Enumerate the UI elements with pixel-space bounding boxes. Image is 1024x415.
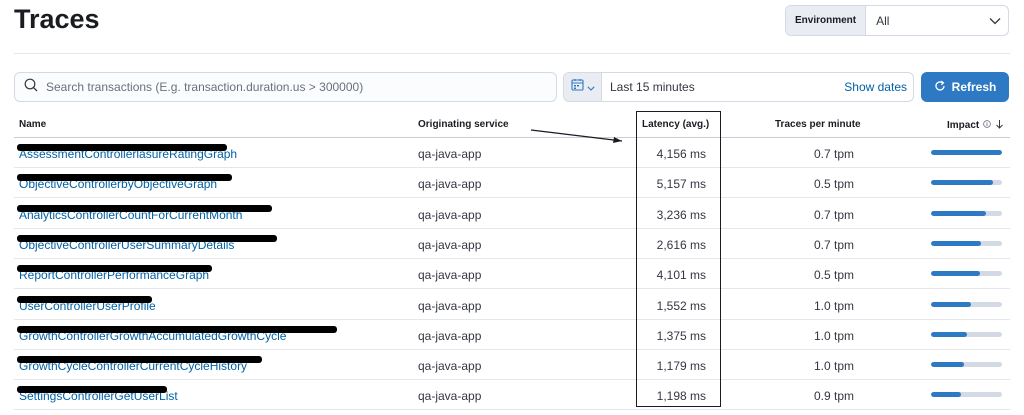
latency-value: 4,101 ms	[656, 268, 706, 283]
chevron-down-icon	[586, 78, 595, 96]
impact-bar-fill	[931, 392, 961, 398]
latency-value: 1,179 ms	[656, 359, 706, 374]
impact-bar-fill	[931, 180, 993, 186]
latency-value: 4,156 ms	[656, 147, 706, 161]
environment-select[interactable]: Environment All	[785, 5, 1009, 36]
table-row[interactable]: GrowthControllerGrowthAccumulatedGrowthC…	[14, 320, 1010, 350]
impact-bar-fill	[931, 362, 965, 368]
page-title: Traces	[14, 4, 100, 34]
search-bar[interactable]	[14, 72, 557, 102]
date-range-text[interactable]: Last 15 minutes	[602, 80, 844, 94]
originating-service[interactable]: qa-java-app	[418, 389, 481, 403]
refresh-label: Refresh	[951, 80, 997, 94]
impact-bar	[931, 331, 1002, 337]
table-row[interactable]: UserControllerUserProfile qa-java-app 1,55…	[14, 290, 1010, 320]
impact-bar-fill	[931, 271, 980, 277]
search-icon	[24, 78, 38, 97]
table-row[interactable]: AnalyticsControllerCountForCurrentMonth q…	[14, 199, 1010, 229]
chevron-down-icon[interactable]	[982, 6, 1008, 35]
info-icon	[983, 120, 992, 131]
impact-bar	[931, 362, 1002, 368]
column-header-impact: Impact	[947, 120, 980, 131]
impact-bar	[931, 240, 1002, 246]
traces-per-minute-value: 0.7 tpm	[813, 237, 854, 252]
impact-bar	[931, 271, 1002, 277]
originating-service[interactable]: qa-java-app	[418, 329, 481, 343]
impact-bar-fill	[931, 301, 972, 307]
table-row[interactable]: AssessmentControllerlasureRatingGraph qa-…	[14, 138, 1010, 168]
refresh-icon	[934, 80, 946, 95]
latency-value: 1,552 ms	[656, 298, 706, 313]
traces-per-minute-value: 1.0 tpm	[813, 328, 854, 343]
table-row[interactable]: ReportControllerPerformanceGraph qa-java-…	[14, 259, 1010, 290]
quick-select-button[interactable]	[564, 73, 602, 101]
column-header-impact-wrap[interactable]: Impact	[947, 119, 1004, 132]
impact-bar	[931, 210, 1002, 216]
traces-per-minute-value: 1.0 tpm	[813, 298, 854, 313]
date-picker[interactable]: Last 15 minutes Show dates	[563, 72, 914, 102]
table-row[interactable]: ObjectiveControllerUserSummaryDetails qa-…	[14, 229, 1010, 259]
traces-per-minute-value: 0.7 tpm	[813, 147, 854, 161]
column-header-latency[interactable]: Latency (avg.)	[642, 119, 709, 130]
redaction-mark	[17, 174, 232, 182]
originating-service[interactable]: qa-java-app	[418, 268, 481, 282]
traces-per-minute-value: 0.5 tpm	[813, 177, 854, 192]
impact-bar-fill	[931, 210, 987, 216]
impact-bar-fill	[931, 240, 981, 246]
environment-value[interactable]: All	[866, 6, 982, 35]
redaction-mark	[17, 234, 277, 242]
table-row[interactable]: SettingsControllerGetUserList qa-java-app…	[14, 380, 1010, 411]
table-row[interactable]: ObjectiveControllerbyObjectiveGraph qa-ja…	[14, 168, 1010, 199]
traces-per-minute-value: 0.7 tpm	[813, 207, 854, 222]
latency-value: 1,198 ms	[656, 389, 706, 404]
search-input[interactable]	[46, 80, 556, 94]
show-dates-link[interactable]: Show dates	[844, 80, 913, 94]
redaction-mark	[17, 144, 227, 151]
impact-bar	[931, 150, 1002, 155]
latency-value: 2,616 ms	[656, 237, 706, 252]
latency-value: 3,236 ms	[656, 207, 706, 222]
originating-service[interactable]: qa-java-app	[418, 208, 481, 222]
arrow-down-icon[interactable]	[995, 119, 1004, 132]
originating-service[interactable]: qa-java-app	[418, 299, 481, 313]
column-header-name[interactable]: Name	[19, 119, 46, 130]
originating-service[interactable]: qa-java-app	[418, 359, 481, 373]
calendar-icon	[570, 78, 584, 96]
latency-value: 5,157 ms	[656, 177, 706, 192]
table-row[interactable]: GrowthCycleControllerCurrentCycleHistory…	[14, 350, 1010, 381]
column-header-service[interactable]: Originating service	[418, 119, 509, 130]
redaction-mark	[17, 265, 212, 273]
redaction-mark	[17, 356, 262, 364]
redaction-mark	[17, 295, 152, 303]
impact-bar	[931, 301, 1002, 307]
impact-bar-fill	[931, 150, 1002, 155]
latency-value: 1,375 ms	[656, 328, 706, 343]
column-header-tpm[interactable]: Traces per minute	[775, 119, 861, 130]
refresh-button[interactable]: Refresh	[921, 72, 1009, 102]
redaction-mark	[17, 386, 167, 394]
impact-bar	[931, 392, 1002, 398]
redaction-mark	[17, 204, 272, 212]
impact-bar-fill	[931, 331, 968, 337]
originating-service[interactable]: qa-java-app	[418, 147, 481, 161]
impact-bar	[931, 180, 1002, 186]
title-divider	[14, 53, 1010, 54]
originating-service[interactable]: qa-java-app	[418, 177, 481, 191]
traces-per-minute-value: 0.5 tpm	[813, 268, 854, 283]
originating-service[interactable]: qa-java-app	[418, 238, 481, 252]
traces-per-minute-value: 1.0 tpm	[813, 359, 854, 374]
redaction-mark	[17, 325, 337, 333]
traces-per-minute-value: 0.9 tpm	[813, 389, 854, 404]
environment-label: Environment	[786, 6, 867, 35]
